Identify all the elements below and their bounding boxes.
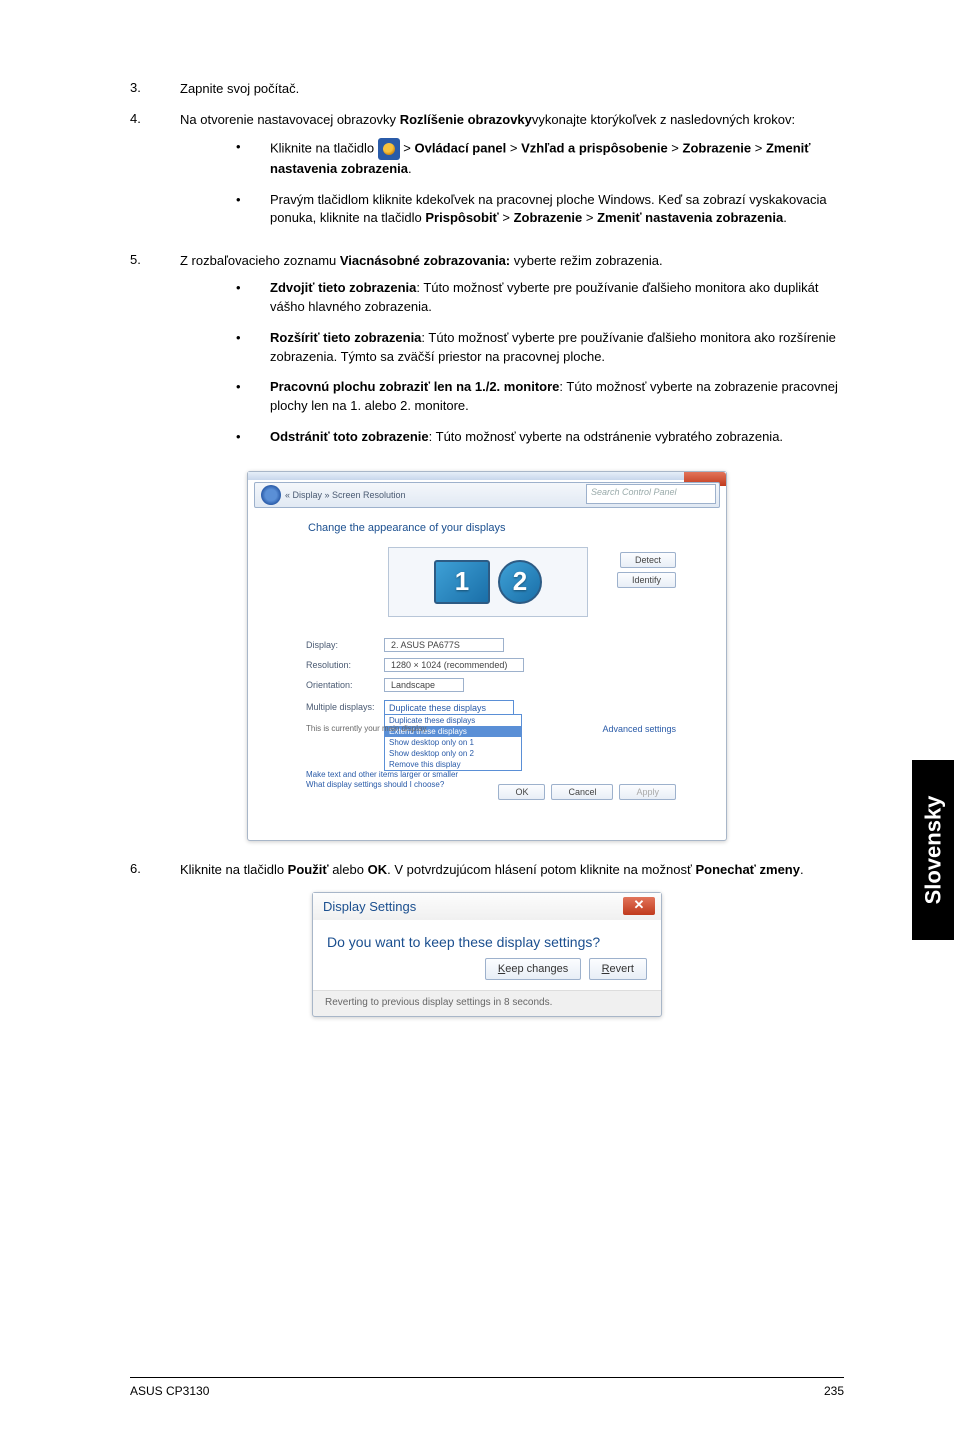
- screen-resolution-window: « Display » Screen Resolution Search Con…: [247, 471, 727, 841]
- dialog-footer: Reverting to previous display settings i…: [313, 990, 661, 1016]
- step-text: Z rozbaľovacieho zoznamu Viacnásobné zob…: [180, 252, 844, 459]
- advanced-settings-link[interactable]: Advanced settings: [602, 724, 676, 734]
- resolution-label: Resolution:: [306, 660, 384, 670]
- apply-button[interactable]: Apply: [619, 784, 676, 800]
- bullet: •: [230, 191, 270, 229]
- back-icon[interactable]: [261, 485, 281, 505]
- bullet: •: [230, 138, 270, 179]
- step-number: 4.: [130, 111, 180, 240]
- dropdown-option[interactable]: Show desktop only on 1: [385, 737, 521, 748]
- multiple-displays-dropdown[interactable]: Duplicate these displays Extend these di…: [384, 714, 522, 771]
- page-title: Change the appearance of your displays: [308, 522, 506, 534]
- step-number: 3.: [130, 80, 180, 99]
- close-icon[interactable]: ✕: [623, 897, 655, 915]
- monitor-2[interactable]: 2: [498, 560, 542, 604]
- display-settings-dialog: Display Settings ✕ Do you want to keep t…: [312, 892, 662, 1017]
- footer-page: 235: [824, 1384, 844, 1398]
- identify-button[interactable]: Identify: [617, 572, 676, 588]
- cancel-button[interactable]: Cancel: [551, 784, 613, 800]
- text-size-link[interactable]: Make text and other items larger or smal…: [306, 770, 458, 779]
- start-icon: [378, 138, 400, 160]
- language-tab: Slovensky: [912, 760, 954, 940]
- dropdown-option[interactable]: Show desktop only on 2: [385, 748, 521, 759]
- step-number: 5.: [130, 252, 180, 459]
- step-text: Zapnite svoj počítač.: [180, 80, 844, 99]
- resolution-select[interactable]: 1280 × 1024 (recommended): [384, 658, 524, 672]
- keep-changes-button[interactable]: Keep changes: [485, 958, 581, 980]
- footer-product: ASUS CP3130: [130, 1384, 209, 1398]
- main-display-note: This is currently your main display.: [306, 724, 428, 733]
- revert-button[interactable]: Revert: [589, 958, 647, 980]
- monitor-1[interactable]: 1: [434, 560, 490, 604]
- ok-button[interactable]: OK: [498, 784, 545, 800]
- step-text: Kliknite na tlačidlo Použiť alebo OK. V …: [180, 861, 844, 880]
- step-number: 6.: [130, 861, 180, 880]
- dropdown-option[interactable]: Remove this display: [385, 759, 521, 770]
- orientation-select[interactable]: Landscape: [384, 678, 464, 692]
- orientation-label: Orientation:: [306, 680, 384, 690]
- dialog-title: Display Settings: [323, 899, 416, 914]
- what-settings-link[interactable]: What display settings should I choose?: [306, 780, 444, 789]
- step-text: Na otvorenie nastavovacej obrazovky Rozl…: [180, 111, 844, 240]
- multiple-displays-label: Multiple displays:: [306, 702, 384, 712]
- detect-button[interactable]: Detect: [620, 552, 676, 568]
- monitor-preview[interactable]: 1 2: [388, 547, 588, 617]
- search-input[interactable]: Search Control Panel: [586, 484, 716, 504]
- display-label: Display:: [306, 640, 384, 650]
- display-select[interactable]: 2. ASUS PA677S: [384, 638, 504, 652]
